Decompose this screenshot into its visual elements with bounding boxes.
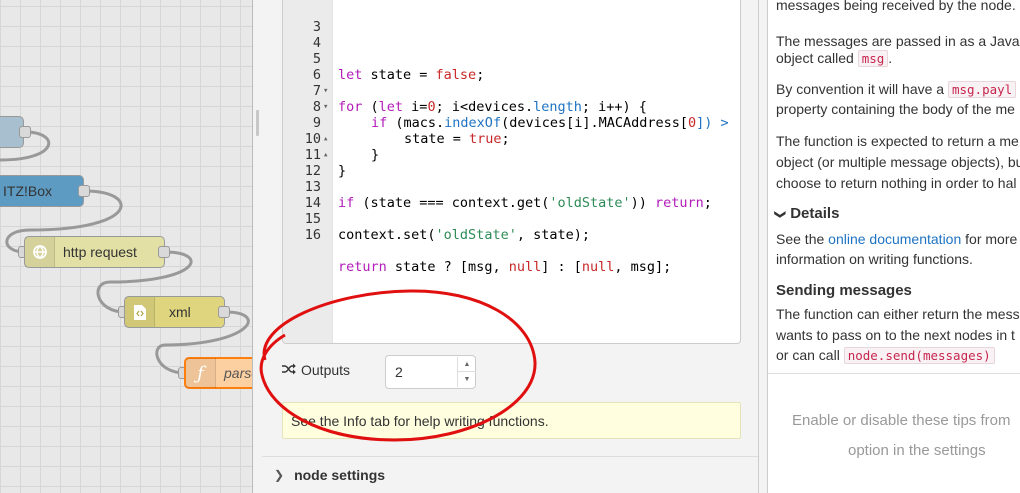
xml-icon [125,297,155,327]
info-text: for more [961,231,1018,247]
info-paragraph: or can call node.send(messages) [776,343,1020,368]
chevron-right-icon: ❯ [274,468,285,482]
flow-node-http-request[interactable]: http request [24,236,165,268]
code-token: null [581,259,615,275]
canvas-splitter[interactable] [252,0,262,493]
code-token: , msg]; [614,259,672,275]
spin-down-icon[interactable]: ▼ [458,372,476,387]
online-documentation-link[interactable]: online documentation [828,231,961,247]
info-text: By convention it will have a [776,81,948,97]
code-badge: msg [857,50,889,67]
globe-icon [25,237,55,267]
code-token: null [508,259,542,275]
output-port[interactable] [218,306,230,318]
help-tip: See the Info tab for help writing functi… [282,402,741,439]
output-port[interactable] [158,246,170,258]
sidebar-splitter[interactable] [758,0,768,493]
flow-canvas[interactable]: ITZ!Box http request xml ƒ parse [0,0,258,493]
info-paragraph: messages being received by the node. [776,0,1016,13]
code-line: 12 if (state === context.get('oldState')… [283,147,740,211]
output-port[interactable] [19,126,31,138]
info-text: or can call [776,347,844,363]
outputs-label-text: Outputs [301,362,351,378]
shuffle-icon [282,362,296,378]
code-line: 9 ▴ } [283,99,740,163]
sending-messages-heading: Sending messages [776,282,912,299]
flow-node-parse-function[interactable]: ƒ parse [184,357,258,389]
code-token: state ? [msg, [386,259,509,275]
line-number: 16 [304,227,321,243]
info-text: object called [776,50,858,66]
node-settings-label: node settings [294,467,386,483]
code-line: 7 ▾ if (macs.indexOf(devices[i].MACAddre… [283,67,740,131]
info-paragraph: object called msg. [776,46,1020,71]
code-line: 10 ▴ } [283,115,740,179]
code-token: return [338,259,387,275]
code-line: 4 let state = false; [283,19,740,83]
splitter-grip[interactable] [256,110,259,136]
code-line: 11 [283,131,740,163]
tip-text-line: option in the settings [848,442,986,459]
function-code-editor[interactable]: 3 4 let state = false; 5 6 ▾ for (let i=… [282,0,741,344]
flow-node-xml[interactable]: xml [124,296,225,328]
info-text: . [888,50,893,66]
code-line: 15 [283,195,740,227]
info-tips-footer: Enable or disable these tips from option… [768,373,1020,493]
output-port[interactable] [78,185,90,197]
details-heading-text: Details [790,205,840,222]
code-token: ] : [ [541,259,582,275]
node-settings-section[interactable]: ❯ node settings [262,456,758,493]
tip-text-line: Enable or disable these tips from [792,412,1011,429]
details-heading[interactable]: ❯ Details [774,205,840,222]
code-token: 'oldState' [435,227,517,243]
info-paragraph: choose to return nothing in order to hal [776,175,1017,191]
flow-node-label: ITZ!Box [3,183,53,199]
code-line: 5 [283,35,740,67]
flow-node-label: xml [169,304,191,320]
code-line: 14 context.set('oldState', state); [283,179,740,243]
info-paragraph: information on writing functions. [776,251,973,267]
flow-node-label: http request [63,244,137,260]
code-line: 8 state = true; [283,83,740,147]
code-line: 3 [283,3,740,35]
code-token: context.set( [338,227,436,243]
info-paragraph: property containing the body of the me [776,101,1015,117]
info-text: See the [776,231,829,247]
code-badge: node.send(messages) [843,347,995,364]
code-badge: msg.payl [947,81,1017,98]
spin-up-icon[interactable]: ▲ [458,357,476,372]
flow-node-fritzbox[interactable]: ITZ!Box [0,175,84,207]
chevron-down-icon: ❯ [774,209,787,220]
code-line: 6 ▾ for (let i=0; i<devices.length; i++)… [283,51,740,115]
function-icon: ƒ [186,358,216,388]
code-token: , state); [516,227,590,243]
code-line: 13 [283,163,740,195]
code-line: 16 return state ? [msg, null] : [null, m… [283,211,740,275]
info-sidebar: messages being received by the node. The… [768,0,1020,493]
outputs-label: Outputs [282,362,350,378]
outputs-spinner[interactable]: ▲ ▼ [457,357,476,387]
